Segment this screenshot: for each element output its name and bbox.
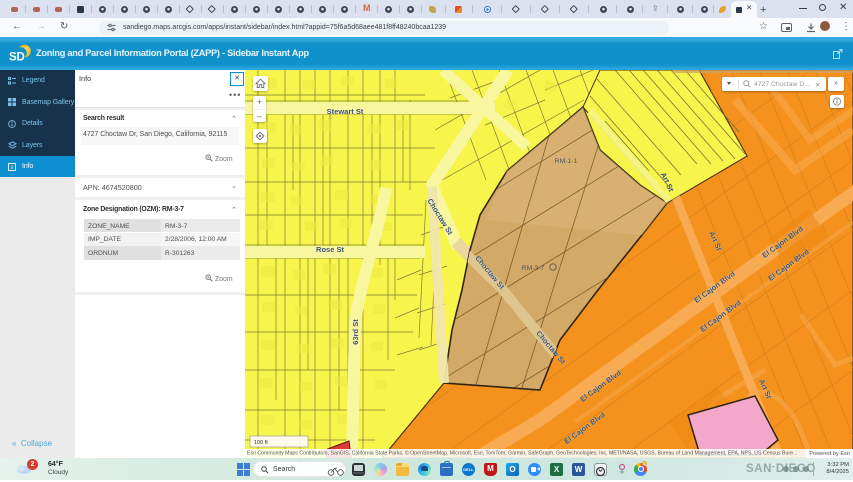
svg-text:SD: SD: [9, 52, 25, 64]
svg-text:RM-3-7: RM-3-7: [522, 265, 545, 272]
svg-text:RM-1-1: RM-1-1: [555, 158, 578, 165]
svg-text:Rose St: Rose St: [316, 245, 344, 254]
svg-text:63rd St: 63rd St: [351, 319, 360, 345]
svg-text:100 ft: 100 ft: [254, 440, 268, 446]
svg-text:Stewart St: Stewart St: [327, 107, 364, 116]
